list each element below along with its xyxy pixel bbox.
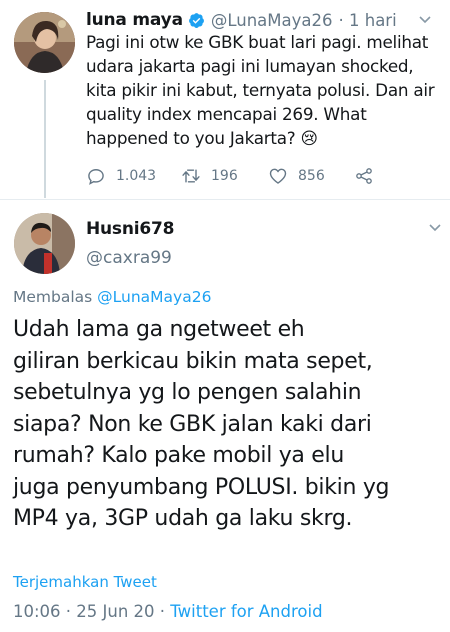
tweet-text-line: MP4 ya, 3GP udah ga laku skrg. bbox=[13, 506, 353, 531]
chevron-down-icon[interactable] bbox=[418, 14, 432, 26]
retweet-button[interactable]: 196 bbox=[181, 166, 238, 186]
replying-to-line: Membalas @LunaMaya26 bbox=[13, 288, 211, 306]
tweet-text-line: siapa? Non ke GBK jalan kaki dari bbox=[13, 411, 372, 437]
tweet-divider bbox=[0, 199, 450, 200]
verified-badge-icon bbox=[188, 12, 204, 28]
tweet-text-line: quality index mencapai 269. What bbox=[86, 104, 367, 124]
reply-author-name[interactable]: Husni678 bbox=[86, 219, 174, 239]
tweet-text-line: juga penyumbang POLUSI. bikin yg bbox=[13, 474, 390, 500]
avatar[interactable] bbox=[14, 213, 75, 274]
share-button[interactable] bbox=[354, 166, 384, 186]
avatar[interactable] bbox=[14, 12, 75, 73]
replying-to-mention[interactable]: @LunaMaya26 bbox=[97, 288, 211, 306]
tweet-actions-bar: 1.043 196 856 bbox=[86, 166, 426, 190]
like-count: 856 bbox=[298, 168, 325, 184]
reply-author-handle[interactable]: @caxra99 bbox=[86, 248, 172, 268]
reply-tweet-text: Udah lama ga ngetweet eh giliran berkica… bbox=[13, 314, 445, 535]
like-button[interactable]: 856 bbox=[268, 166, 325, 186]
retweet-icon bbox=[182, 169, 200, 183]
tweet-client-link[interactable]: Twitter for Android bbox=[170, 602, 322, 621]
heart-icon bbox=[269, 168, 287, 184]
tweet-text-line: Pagi ini otw ke GBK buat lari pagi. meli… bbox=[86, 32, 429, 52]
tweet-timestamp: 10:06 · 25 Jun 20 · bbox=[13, 602, 171, 621]
tweet-text-line: rumah? Kalo pake mobil ya elu bbox=[13, 443, 344, 468]
tweet-text-line: giliran berkicau bikin mata sepet, bbox=[13, 348, 373, 374]
retweet-count: 196 bbox=[211, 168, 238, 184]
avatar-photo-icon bbox=[14, 213, 75, 274]
thread-connector-line bbox=[44, 80, 46, 198]
avatar-photo-icon bbox=[14, 12, 75, 73]
reply-icon bbox=[88, 169, 104, 185]
tweet-text-line: kita pikir ini kabut, ternyata polusi. D… bbox=[86, 80, 435, 100]
reply-count: 1.043 bbox=[116, 168, 157, 184]
tweet-text-line: sebetulnya yg lo pengen salahin bbox=[13, 380, 362, 405]
reply-button[interactable]: 1.043 bbox=[86, 166, 156, 186]
share-icon bbox=[356, 168, 372, 184]
parent-tweet-text: Pagi ini otw ke GBK buat lari pagi. meli… bbox=[86, 30, 446, 150]
tweet-text-line: happened to you Jakarta? 😢 bbox=[86, 128, 318, 148]
parent-tweet-header: luna maya @LunaMaya26 · 1 hari bbox=[86, 9, 440, 31]
author-name[interactable]: luna maya bbox=[86, 10, 183, 30]
author-handle[interactable]: @LunaMaya26 bbox=[211, 11, 333, 30]
tweet-text-line: udara jakarta pagi ini lumayan shocked, bbox=[86, 56, 414, 76]
replying-prefix: Membalas bbox=[13, 288, 93, 306]
tweet-meta: 10:06 · 25 Jun 20 · Twitter for Android bbox=[13, 602, 323, 621]
chevron-down-icon[interactable] bbox=[428, 222, 442, 234]
tweet-text-line: Udah lama ga ngetweet eh bbox=[13, 317, 305, 342]
translate-tweet-link[interactable]: Terjemahkan Tweet bbox=[13, 573, 157, 591]
tweet-time[interactable]: · 1 hari bbox=[339, 11, 397, 30]
